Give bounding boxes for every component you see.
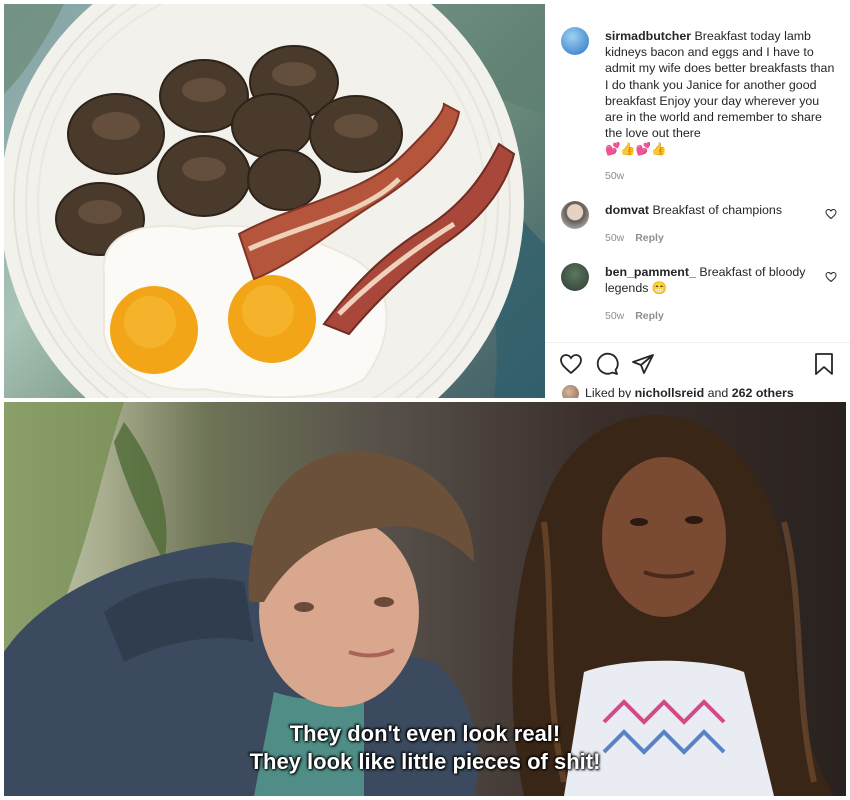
heart-icon[interactable] — [559, 352, 583, 376]
avatar[interactable] — [561, 201, 589, 229]
share-icon[interactable] — [631, 352, 655, 376]
like-comment-heart-icon[interactable] — [825, 271, 837, 283]
caption-timestamp: 50w — [605, 170, 624, 182]
comment: domvat Breakfast of champions — [605, 202, 835, 218]
comment-meta: 50w Reply — [605, 310, 664, 322]
subtitle-line-1: They don't even look real! — [289, 721, 561, 746]
avatar[interactable] — [561, 27, 589, 55]
comment-text: Breakfast of champions — [652, 203, 783, 217]
like-comment-heart-icon[interactable] — [825, 208, 837, 220]
breakfast-illustration — [4, 4, 545, 398]
subtitle-line-2: They look like little pieces of shit! — [249, 749, 601, 774]
avatar[interactable] — [561, 263, 589, 291]
caption-comment: sirmadbutcher Breakfast today lamb kidne… — [605, 28, 835, 158]
breakfast-photo — [4, 4, 545, 398]
liked-prefix: Liked by — [585, 386, 632, 398]
comment: ben_pamment_ Breakfast of bloody legends… — [605, 264, 835, 296]
comment-time[interactable]: 50w — [605, 232, 624, 244]
instagram-post-screenshot: sirmadbutcher Breakfast today lamb kidne… — [0, 0, 850, 398]
bookmark-icon[interactable] — [812, 352, 836, 376]
caption-emojis: 💕👍💕👍 — [605, 142, 667, 157]
comment-icon[interactable] — [595, 352, 619, 376]
comment-username[interactable]: ben_pamment_ — [605, 265, 696, 279]
comments-pane: sirmadbutcher Breakfast today lamb kidne… — [545, 0, 850, 398]
subtitle-caption: They don't even look real! They look lik… — [4, 720, 846, 776]
comment-meta: 50w Reply — [605, 232, 664, 244]
comment-username[interactable]: domvat — [605, 203, 649, 217]
liked-and: and — [707, 386, 729, 398]
comment-time[interactable]: 50w — [605, 310, 624, 322]
tv-still-frame: They don't even look real! They look lik… — [4, 402, 846, 796]
reply-button[interactable]: Reply — [635, 310, 664, 322]
caption-time[interactable]: 50w — [605, 170, 624, 182]
liked-by-text: Liked by nichollsreid and 262 others — [585, 386, 794, 398]
likes-count[interactable]: 262 others — [732, 386, 794, 398]
avatar[interactable] — [562, 385, 579, 398]
caption-text: Breakfast today lamb kidneys bacon and e… — [605, 29, 835, 141]
divider — [545, 342, 850, 343]
liked-user[interactable]: nichollsreid — [635, 386, 705, 398]
caption-username[interactable]: sirmadbutcher — [605, 29, 691, 43]
reply-button[interactable]: Reply — [635, 232, 664, 244]
